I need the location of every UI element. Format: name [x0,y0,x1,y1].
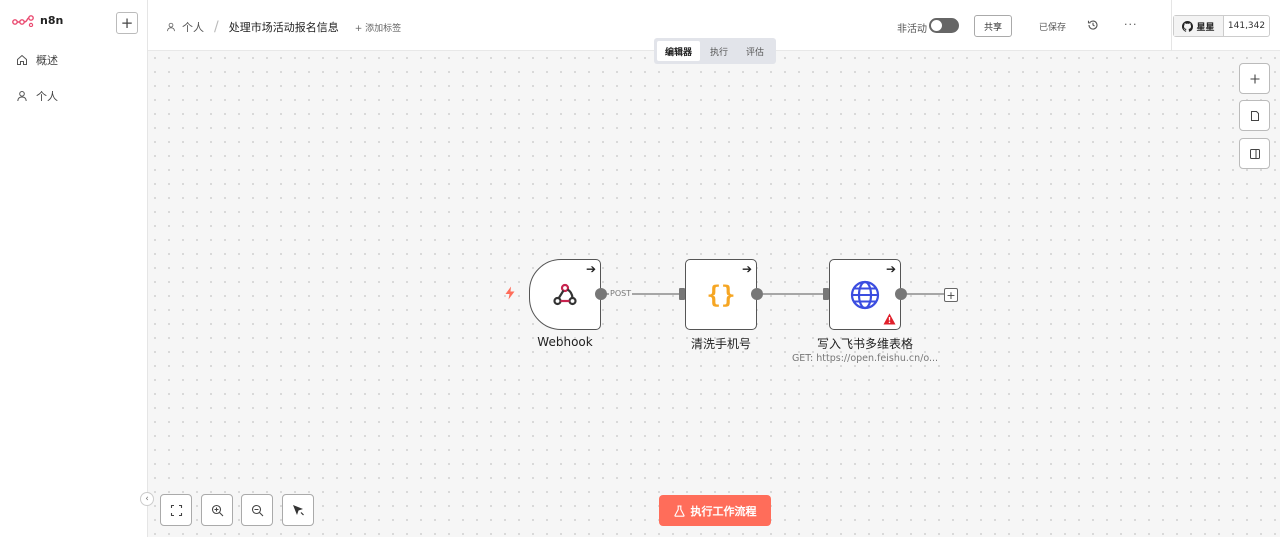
history-icon[interactable] [1087,19,1099,31]
node-label: Webhook [537,335,593,349]
code-braces-icon: {} [707,281,736,309]
plus-icon: + [946,288,956,302]
output-port[interactable] [595,288,607,300]
more-options-icon[interactable]: ··· [1124,18,1138,31]
star-count: 141,342 [1227,21,1266,31]
connection-label: POST [609,289,633,298]
execute-workflow-button[interactable]: 执行工作流程 [659,495,771,526]
open-node-arrow-icon: ➔ [885,262,896,276]
github-icon [1182,20,1194,32]
toggle-knob [931,20,942,31]
input-port[interactable] [823,288,829,300]
sidebar-item-personal[interactable]: 个人 [16,88,58,104]
warning-icon[interactable] [883,313,896,325]
zoom-out-button[interactable] [241,494,273,526]
tidy-up-button[interactable] [282,494,314,526]
execute-label: 执行工作流程 [690,504,757,518]
chevron-left-icon: ‹ [145,494,149,504]
saved-status: 已保存 [1039,23,1067,33]
logo[interactable]: n8n [12,14,63,27]
input-port[interactable] [679,288,685,300]
flask-icon [673,504,685,517]
zoom-in-button[interactable] [201,494,233,526]
github-star-label-box: 星星 [1174,16,1224,36]
node-label: 清洗手机号 [690,337,751,351]
add-tag-link[interactable]: + 添加标签 [355,21,401,34]
globe-icon [850,280,880,309]
breadcrumb-separator: / [214,19,219,35]
open-node-arrow-icon: ➔ [741,262,752,276]
zoom-in-icon [211,504,223,516]
sidebar-item-label: 个人 [36,90,58,103]
workflow-canvas[interactable]: 编辑器 执行 评估 POST ➔ Webhook {} ➔ 清洗手机号 ➔ 写入… [148,38,1280,537]
sidebar-item-overview[interactable]: 概述 [16,52,58,68]
add-workflow-button[interactable]: + [116,12,138,34]
user-icon [167,22,175,32]
fit-view-icon [170,504,182,516]
svg-text:{}: {} [707,281,736,309]
trigger-bolt-icon [505,286,515,300]
breadcrumb: 个人 / 处理市场活动报名信息 + 添加标签 [166,19,401,35]
output-port[interactable] [895,288,907,300]
output-port[interactable] [751,288,763,300]
node-feishu-write[interactable]: ➔ [829,259,901,330]
cursor-sparkle-icon [293,505,304,516]
home-icon [17,54,27,65]
app-root: n8n + 概述 个人 ‹ 个人 / 处理市场活动报名信息 + 添加标签 非活动… [0,0,1280,537]
webhook-icon [553,283,577,305]
node-label: 写入飞书多维表格 [816,337,913,351]
collapse-sidebar-button[interactable]: ‹ [140,492,154,506]
node-clean-phone[interactable]: {} ➔ [685,259,757,330]
active-toggle[interactable] [929,18,959,33]
logo-text: n8n [40,14,64,27]
star-label: 星星 [1196,22,1215,33]
n8n-logo-icon [12,14,34,27]
sidebar: n8n + 概述 个人 [0,0,148,537]
user-icon [17,91,27,102]
add-next-node-button[interactable]: + [944,288,958,302]
open-node-arrow-icon: ➔ [585,262,596,276]
breadcrumb-owner[interactable]: 个人 [182,19,204,35]
node-webhook[interactable]: ➔ [529,259,601,330]
node-subtitle: GET: https://open.feishu.cn/o... [791,353,939,364]
github-star-button[interactable]: 星星 141,342 [1173,15,1270,37]
zoom-out-icon [251,504,263,516]
workflow-title[interactable]: 处理市场活动报名信息 [229,19,339,35]
header-divider [1171,0,1172,51]
share-button[interactable]: 共享 [974,15,1012,37]
fit-view-button[interactable] [160,494,192,526]
sidebar-item-label: 概述 [36,54,58,67]
active-status-label: 非活动 [897,24,927,35]
